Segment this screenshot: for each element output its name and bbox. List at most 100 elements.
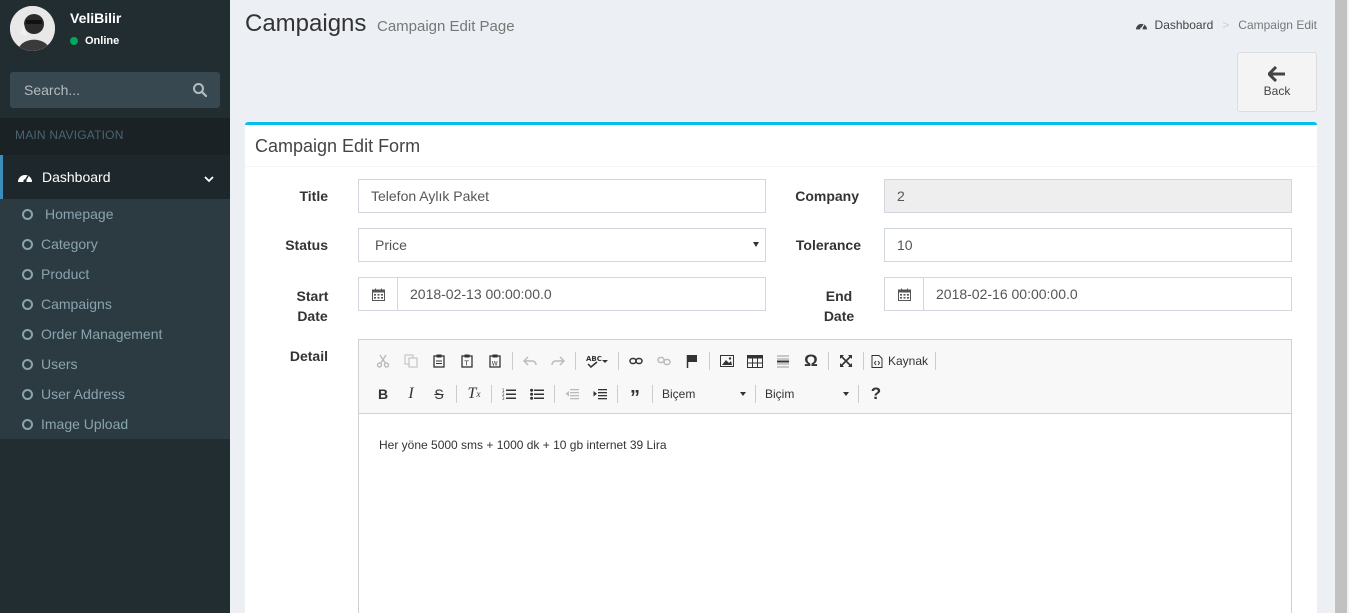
circle-icon — [22, 298, 33, 310]
search-input[interactable] — [10, 72, 190, 108]
user-panel: VeliBilir Online — [0, 0, 230, 60]
campaign-edit-form: Campaign Edit Form Title Telefon Aylık P… — [245, 122, 1317, 613]
calendar-icon[interactable] — [884, 277, 923, 311]
outdent-icon[interactable] — [558, 381, 586, 407]
sidebar-search — [10, 72, 220, 108]
tolerance-input[interactable]: 10 — [884, 228, 1292, 262]
redo-icon[interactable] — [544, 348, 572, 374]
end-date-label-line1: End — [825, 288, 853, 304]
svg-text:T: T — [464, 360, 470, 368]
toolbar-separator — [554, 385, 555, 403]
image-icon[interactable] — [713, 348, 741, 374]
caret-down-icon — [843, 392, 849, 396]
editor-content[interactable]: Her yöne 5000 sms + 1000 dk + 10 gb inte… — [379, 438, 667, 452]
anchor-flag-icon[interactable] — [678, 348, 706, 374]
breadcrumb-home-link[interactable]: Dashboard — [1155, 18, 1214, 32]
end-date-picker: 2018-02-16 00:00:00.0 — [884, 277, 1292, 311]
help-icon[interactable]: ? — [862, 381, 890, 407]
source-button[interactable]: Kaynak — [867, 348, 932, 374]
sidebar-item-order-management[interactable]: Order Management — [0, 319, 230, 349]
table-icon[interactable] — [741, 348, 769, 374]
bold-icon[interactable]: B — [369, 381, 397, 407]
cut-icon[interactable] — [369, 348, 397, 374]
link-icon[interactable] — [622, 348, 650, 374]
paste-icon[interactable] — [425, 348, 453, 374]
toolbar-separator — [512, 352, 513, 370]
end-date-input[interactable]: 2018-02-16 00:00:00.0 — [923, 277, 1292, 311]
numbered-list-icon[interactable]: 123 — [495, 381, 523, 407]
sidebar-item-dashboard[interactable]: Dashboard — [0, 155, 230, 199]
unlink-icon[interactable] — [650, 348, 678, 374]
sidebar-item-user-address[interactable]: User Address — [0, 379, 230, 409]
maximize-icon[interactable] — [832, 348, 860, 374]
horizontal-line-icon[interactable] — [769, 348, 797, 374]
start-date-label-line1: Start — [296, 288, 329, 304]
sidebar-item-campaigns[interactable]: Campaigns — [0, 289, 230, 319]
undo-icon[interactable] — [516, 348, 544, 374]
sidebar-item-homepage[interactable]: Homepage — [0, 199, 230, 229]
title-input[interactable]: Telefon Aylık Paket — [358, 179, 766, 213]
copy-icon[interactable] — [397, 348, 425, 374]
nav-header: MAIN NAVIGATION — [0, 118, 230, 155]
divider — [245, 166, 1317, 167]
tolerance-label: Tolerance — [795, 237, 861, 253]
avatar[interactable] — [10, 6, 55, 51]
special-char-icon[interactable]: Ω — [797, 348, 825, 374]
title-label: Title — [299, 188, 328, 204]
strikethrough-icon[interactable]: S — [425, 381, 453, 407]
spellcheck-icon[interactable]: ABC — [579, 348, 615, 374]
toolbar-separator — [858, 385, 859, 403]
status-selected-value: Price — [375, 237, 407, 253]
toolbar-separator — [755, 385, 756, 403]
blockquote-icon[interactable]: ” — [621, 381, 649, 409]
breadcrumb-separator: > — [1222, 18, 1230, 32]
calendar-icon[interactable] — [358, 277, 397, 311]
paste-word-icon[interactable]: W — [481, 348, 509, 374]
paste-text-icon[interactable]: T — [453, 348, 481, 374]
sidebar-item-image-upload[interactable]: Image Upload — [0, 409, 230, 439]
indent-icon[interactable] — [586, 381, 614, 407]
circle-icon — [22, 328, 33, 340]
rich-text-editor: T W ABC Ω Kaynak B I S T x 1 2 3 ” Biçem… — [358, 339, 1292, 613]
format-label: Biçim — [765, 387, 795, 401]
status-select[interactable]: Price — [358, 228, 766, 262]
source-icon — [871, 354, 883, 368]
toolbar-separator — [709, 352, 710, 370]
italic-icon[interactable]: I — [397, 381, 425, 407]
toolbar-separator — [828, 352, 829, 370]
sidebar: VeliBilir Online MAIN NAVIGATION Dashboa… — [0, 0, 230, 613]
dashboard-icon — [1135, 20, 1148, 31]
status-label: Status — [285, 237, 328, 253]
sidebar-item-category[interactable]: Category — [0, 229, 230, 259]
form-title: Campaign Edit Form — [255, 136, 421, 156]
sidebar-item-users[interactable]: Users — [0, 349, 230, 379]
company-label: Company — [795, 188, 859, 204]
start-date-input[interactable]: 2018-02-13 00:00:00.0 — [397, 277, 766, 311]
circle-icon — [22, 268, 33, 280]
caret-down-icon — [740, 392, 746, 396]
detail-label: Detail — [289, 348, 328, 364]
circle-icon — [22, 238, 33, 250]
back-button[interactable]: Back — [1237, 52, 1317, 112]
toolbar-separator — [652, 385, 653, 403]
start-date-picker: 2018-02-13 00:00:00.0 — [358, 277, 766, 311]
styles-dropdown[interactable]: Biçem — [656, 382, 752, 406]
sidebar-item-product[interactable]: Product — [0, 259, 230, 289]
user-name: VeliBilir — [70, 10, 122, 26]
dashboard-icon — [17, 170, 33, 184]
toolbar-row-1: T W ABC Ω Kaynak — [369, 348, 939, 374]
toolbar-separator — [618, 352, 619, 370]
page-title: Campaigns — [245, 10, 367, 37]
circle-icon — [22, 418, 33, 430]
bulleted-list-icon[interactable] — [523, 381, 551, 407]
back-label: Back — [1263, 84, 1291, 98]
format-dropdown[interactable]: Biçim — [759, 382, 855, 406]
search-icon[interactable] — [192, 82, 208, 98]
company-input: 2 — [884, 179, 1292, 213]
user-status-text: Online — [85, 35, 120, 47]
arrow-left-icon — [1267, 65, 1286, 83]
remove-format-icon[interactable]: Tx — [460, 381, 488, 407]
toolbar-separator — [617, 385, 618, 403]
scrollbar-thumb[interactable] — [1335, 0, 1347, 613]
chevron-down-icon — [204, 171, 214, 183]
